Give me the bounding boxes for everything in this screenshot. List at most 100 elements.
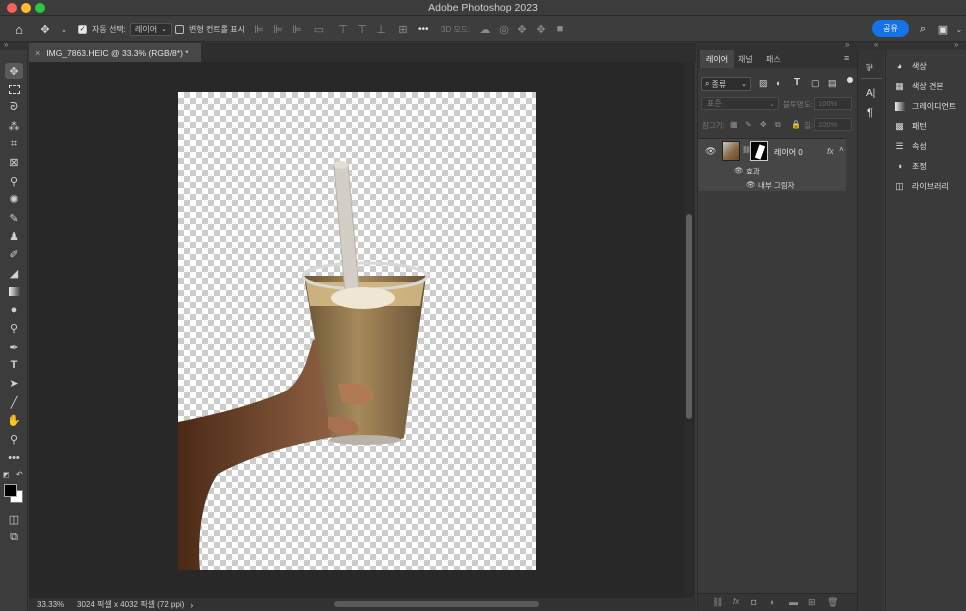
horizontal-scroll-thumb[interactable] [334,601,539,607]
zoom-tool-icon[interactable]: ⚲ [5,431,23,447]
layer-effects-icon[interactable]: fx [827,146,834,156]
layer-thumbnail[interactable] [722,141,740,161]
filter-shape-icon[interactable]: ▢ [811,78,820,89]
tab-paths[interactable]: 패스 [760,50,787,68]
layer-row[interactable]: 👁 ⛓ 레이어 0 fx ˄ [698,139,846,164]
distribute-icon[interactable]: ▭ [312,22,326,36]
distribute-vertical-icon[interactable]: ⊞ [396,22,410,36]
auto-select-target-dropdown[interactable]: 레이어 ⌄ [130,16,172,42]
add-style-icon[interactable]: fx [733,597,739,606]
lock-artboard-icon[interactable]: ⧉ [775,120,781,130]
frame-tool-icon[interactable]: ⊠ [5,154,23,170]
eye-icon[interactable]: 👁 [734,166,744,175]
chevron-down-icon[interactable]: ⌄ [952,22,966,36]
workspace-icon[interactable]: ▣ [936,22,950,36]
layer-name[interactable]: 레이어 0 [774,147,803,158]
effects-row[interactable]: 👁 효과 [698,164,846,177]
vertical-scrollbar[interactable] [684,62,695,598]
edit-toolbar-icon[interactable]: ••• [5,450,23,466]
filter-toggle-icon[interactable] [847,77,853,83]
paragraph-panel-icon[interactable]: ¶ [867,107,873,119]
lock-transparent-icon[interactable]: ▦ [730,120,738,129]
chevron-down-icon[interactable]: ⌄ [57,22,71,36]
zoom-level[interactable]: 33.33% [37,600,75,609]
vertical-scroll-thumb[interactable] [686,214,692,419]
default-colors-icon[interactable]: ◩ [3,471,10,479]
quick-mask-icon[interactable]: ◫ [5,511,23,527]
filter-smart-object-icon[interactable]: ▤ [828,78,837,89]
panel-adjustments[interactable]: ◑ 조정 [894,159,927,173]
3d-roll-icon[interactable]: ◎ [497,22,511,36]
layer-filter-dropdown[interactable]: ⌕ 종류 ⌄ [701,77,751,91]
3d-drag-icon[interactable]: ✥ [515,22,529,36]
eye-icon[interactable]: 👁 [746,180,756,189]
align-left-icon[interactable]: ⊫ [252,22,266,36]
eye-icon[interactable]: 👁 [705,146,716,157]
3d-slide-icon[interactable]: ✥ [534,22,548,36]
filter-pixel-icon[interactable]: ▨ [759,78,768,89]
align-top-icon[interactable]: ⊤ [336,22,350,36]
fill-input[interactable]: 100% [814,118,852,131]
magic-wand-tool-icon[interactable]: ⁂ [5,118,23,134]
canvas-area[interactable] [29,62,684,598]
clone-stamp-tool-icon[interactable]: ♟ [5,228,23,244]
align-right-icon[interactable]: ⊫ [290,22,304,36]
panel-swatches[interactable]: ▦ 색상 견본 [894,79,943,93]
marquee-tool-icon[interactable] [5,81,23,97]
healing-brush-tool-icon[interactable]: ✺ [5,191,23,207]
dodge-tool-icon[interactable]: ⚲ [5,320,23,336]
collapse-effects-icon[interactable]: ˄ [839,145,844,154]
character-panel-icon[interactable]: A| [866,88,875,99]
pen-tool-icon[interactable]: ✒ [5,339,23,355]
search-icon[interactable]: ⌕ [916,22,930,36]
3d-orbit-icon[interactable]: ☁ [478,22,492,36]
lock-position-icon[interactable]: ✥ [760,120,767,129]
layers-scrollbar[interactable] [846,139,856,190]
show-transform-checkbox[interactable]: 변형 컨트롤 표시 [175,16,245,42]
collapse-panels-icon[interactable]: » [845,40,849,49]
lock-all-icon[interactable]: 🔒 [791,120,801,129]
collapse-midstrip-icon[interactable]: « [874,40,878,49]
swap-colors-icon[interactable]: ↶ [16,470,23,479]
eraser-tool-icon[interactable]: ◢ [5,265,23,281]
close-tab-icon[interactable]: × [35,48,40,58]
layer-mask-thumbnail[interactable] [750,141,768,161]
align-vcenter-icon[interactable]: ⊤ [355,22,369,36]
history-brush-tool-icon[interactable]: ✐ [5,246,23,262]
panel-gradients[interactable]: 그레이디언트 [894,99,956,113]
type-tool-icon[interactable]: T [5,357,23,373]
document-canvas[interactable] [178,92,536,570]
link-layers-icon[interactable]: ⛓ [712,597,723,608]
panel-menu-icon[interactable]: ≡ [844,53,849,63]
lasso-tool-icon[interactable]: ᘐ [5,99,23,115]
panel-patterns[interactable]: ▩ 패턴 [894,119,927,133]
panel-properties[interactable]: ☰ 속성 [894,139,926,153]
tab-channels[interactable]: 채널 [732,50,759,68]
line-tool-icon[interactable]: ╱ [5,394,23,410]
crop-tool-icon[interactable]: ⌗ [5,136,23,152]
foreground-color-swatch[interactable] [4,484,17,497]
opacity-input[interactable]: 100% [814,97,852,110]
align-bottom-icon[interactable]: ⊥ [374,22,388,36]
collapse-right-icon[interactable]: » [954,40,958,49]
more-options-button[interactable]: ••• [418,16,429,42]
path-selection-tool-icon[interactable]: ➤ [5,375,23,391]
add-mask-icon[interactable]: ◘ [751,597,756,607]
panel-libraries[interactable]: ◫ 라이브러리 [894,179,949,193]
hand-tool-icon[interactable]: ✋ [5,412,23,428]
blend-mode-dropdown[interactable]: 표준 ⌄ [701,97,779,110]
move-tool-icon[interactable]: ✥ [38,22,52,36]
brush-tool-icon[interactable]: ✎ [5,210,23,226]
screen-mode-icon[interactable]: ⧉ [5,529,23,545]
delete-layer-icon[interactable]: 🗑 [827,597,838,608]
effect-item-row[interactable]: 👁 내부 그림자 [698,177,846,191]
share-button[interactable]: 공유 [872,20,909,37]
new-group-icon[interactable]: ▬ [789,597,798,607]
tab-layers[interactable]: 레이어 [700,50,735,68]
align-hcenter-icon[interactable]: ⊫ [271,22,285,36]
history-panel-icon[interactable]: ⅌ [866,60,873,74]
gradient-tool-icon[interactable] [5,283,23,299]
document-tab[interactable]: × IMG_7863.HEIC @ 33.3% (RGB/8*) * [29,43,201,62]
adjustment-layer-icon[interactable]: ◐ [770,597,775,607]
eyedropper-tool-icon[interactable]: ⚲ [5,173,23,189]
